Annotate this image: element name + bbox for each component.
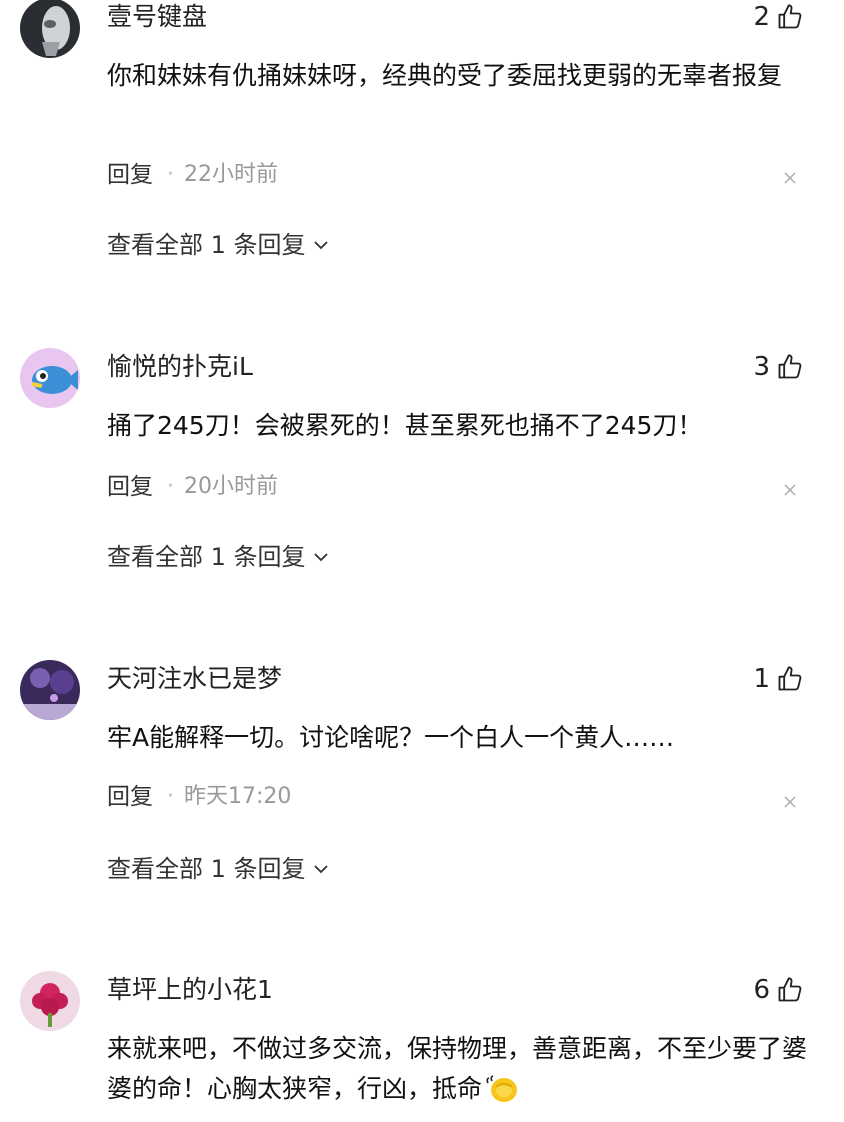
avatar[interactable] xyxy=(20,348,80,408)
comment-item: 壹号键盘 2 你和妹妹有仇捅妹妹呀，经典的受了委屈找更弱的无辜者报复 回复 · … xyxy=(0,0,844,300)
like-button[interactable]: 6 xyxy=(753,975,804,1005)
timestamp: 22小时前 xyxy=(184,162,278,187)
like-button[interactable]: 2 xyxy=(753,2,804,32)
timestamp: 20小时前 xyxy=(184,474,278,499)
avatar[interactable] xyxy=(20,971,80,1031)
view-replies-button[interactable]: 查看全部 1 条回复 xyxy=(107,542,330,572)
thumbs-up-icon xyxy=(778,354,802,379)
reply-button[interactable]: 回复 xyxy=(107,160,153,190)
chevron-down-icon xyxy=(313,553,328,562)
avatar[interactable] xyxy=(20,660,80,720)
thumbs-up-icon xyxy=(778,4,802,29)
like-button[interactable]: 3 xyxy=(753,352,804,382)
username[interactable]: 天河注水已是梦 xyxy=(107,664,282,694)
comment-meta: 回复 · 22小时前 xyxy=(107,160,278,190)
like-count: 6 xyxy=(753,975,770,1005)
close-icon[interactable] xyxy=(782,482,798,498)
view-replies-button[interactable]: 查看全部 1 条回复 xyxy=(107,854,330,884)
comment-text: 你和妹妹有仇捅妹妹呀，经典的受了委屈找更弱的无辜者报复 xyxy=(107,61,783,90)
comment-text: 牢A能解释一切。讨论啥呢？一个白人一个黄人…… xyxy=(107,723,675,752)
reply-button[interactable]: 回复 xyxy=(107,782,153,812)
emoji-icon xyxy=(486,1075,518,1102)
like-count: 1 xyxy=(753,664,770,694)
close-icon[interactable] xyxy=(782,794,798,810)
comment-item: 愉悦的扑克iL 3 捅了245刀！会被累死的！甚至累死也捅不了245刀！ 回复 … xyxy=(0,348,844,650)
avatar[interactable] xyxy=(20,0,80,58)
username[interactable]: 草坪上的小花1 xyxy=(107,975,273,1005)
username[interactable]: 壹号键盘 xyxy=(107,2,207,32)
like-count: 3 xyxy=(753,352,770,382)
close-icon[interactable] xyxy=(782,170,798,186)
comment-meta: 回复 · 20小时前 xyxy=(107,472,278,502)
comment-item: 草坪上的小花1 6 来就来吧，不做过多交流，保持物理，善意距离，不至少要了婆婆的… xyxy=(0,971,844,1122)
comment-text: 捅了245刀！会被累死的！甚至累死也捅不了245刀！ xyxy=(107,411,703,440)
username[interactable]: 愉悦的扑克iL xyxy=(107,352,253,382)
thumbs-up-icon xyxy=(778,666,802,691)
comment-text: 来就来吧，不做过多交流，保持物理，善意距离，不至少要了婆婆的命！心胸太狭窄，行凶… xyxy=(107,1034,808,1103)
view-replies-button[interactable]: 查看全部 1 条回复 xyxy=(107,230,330,260)
like-button[interactable]: 1 xyxy=(753,664,804,694)
timestamp: 昨天17:20 xyxy=(184,784,292,809)
comment-item: 天河注水已是梦 1 牢A能解释一切。讨论啥呢？一个白人一个黄人…… 回复 · 昨… xyxy=(0,660,844,962)
reply-button[interactable]: 回复 xyxy=(107,472,153,502)
chevron-down-icon xyxy=(313,865,328,874)
like-count: 2 xyxy=(753,2,770,32)
thumbs-up-icon xyxy=(778,977,802,1002)
comment-meta: 回复 · 昨天17:20 xyxy=(107,782,292,812)
chevron-down-icon xyxy=(313,241,328,250)
